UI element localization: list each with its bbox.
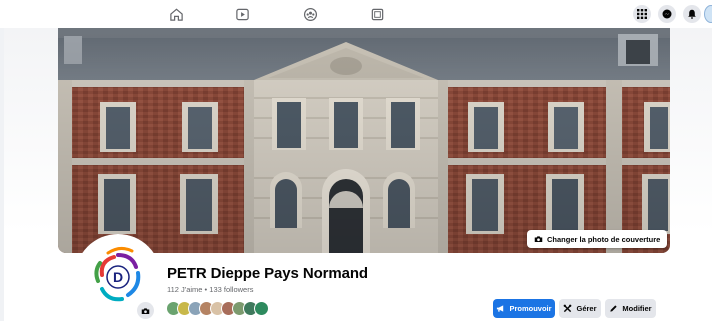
edit-label: Modifier [622,304,652,313]
messenger-icon[interactable] [658,5,676,23]
gaming-icon[interactable] [369,6,385,22]
svg-text:D: D [113,269,123,285]
avatar[interactable] [254,301,269,316]
notifications-icon[interactable] [683,5,701,23]
manage-label: Gérer [576,304,597,313]
profile-camera-button[interactable] [137,302,154,319]
promote-label: Promouvoir [509,304,552,313]
camera-icon [141,307,150,314]
groups-icon[interactable] [302,6,318,22]
promote-button[interactable]: Promouvoir [493,299,555,318]
edit-button[interactable]: Modifier [605,299,656,318]
camera-icon [534,236,543,242]
manage-button[interactable]: Gérer [559,299,601,318]
top-navigation-bar [0,0,712,28]
account-avatar[interactable] [704,5,712,23]
pencil-icon [610,305,618,312]
tools-icon [564,304,572,313]
menu-grid-icon[interactable] [633,5,651,23]
cover-photo [58,28,670,253]
change-cover-label: Changer la photo de couverture [547,234,661,244]
change-cover-button[interactable]: Changer la photo de couverture [527,230,668,248]
watch-icon[interactable] [234,6,250,22]
page-stats[interactable]: 112 J'aime • 133 followers [167,285,253,294]
home-icon[interactable] [168,6,184,22]
megaphone-icon [497,305,504,312]
page-title: PETR Dieppe Pays Normand [167,265,368,282]
